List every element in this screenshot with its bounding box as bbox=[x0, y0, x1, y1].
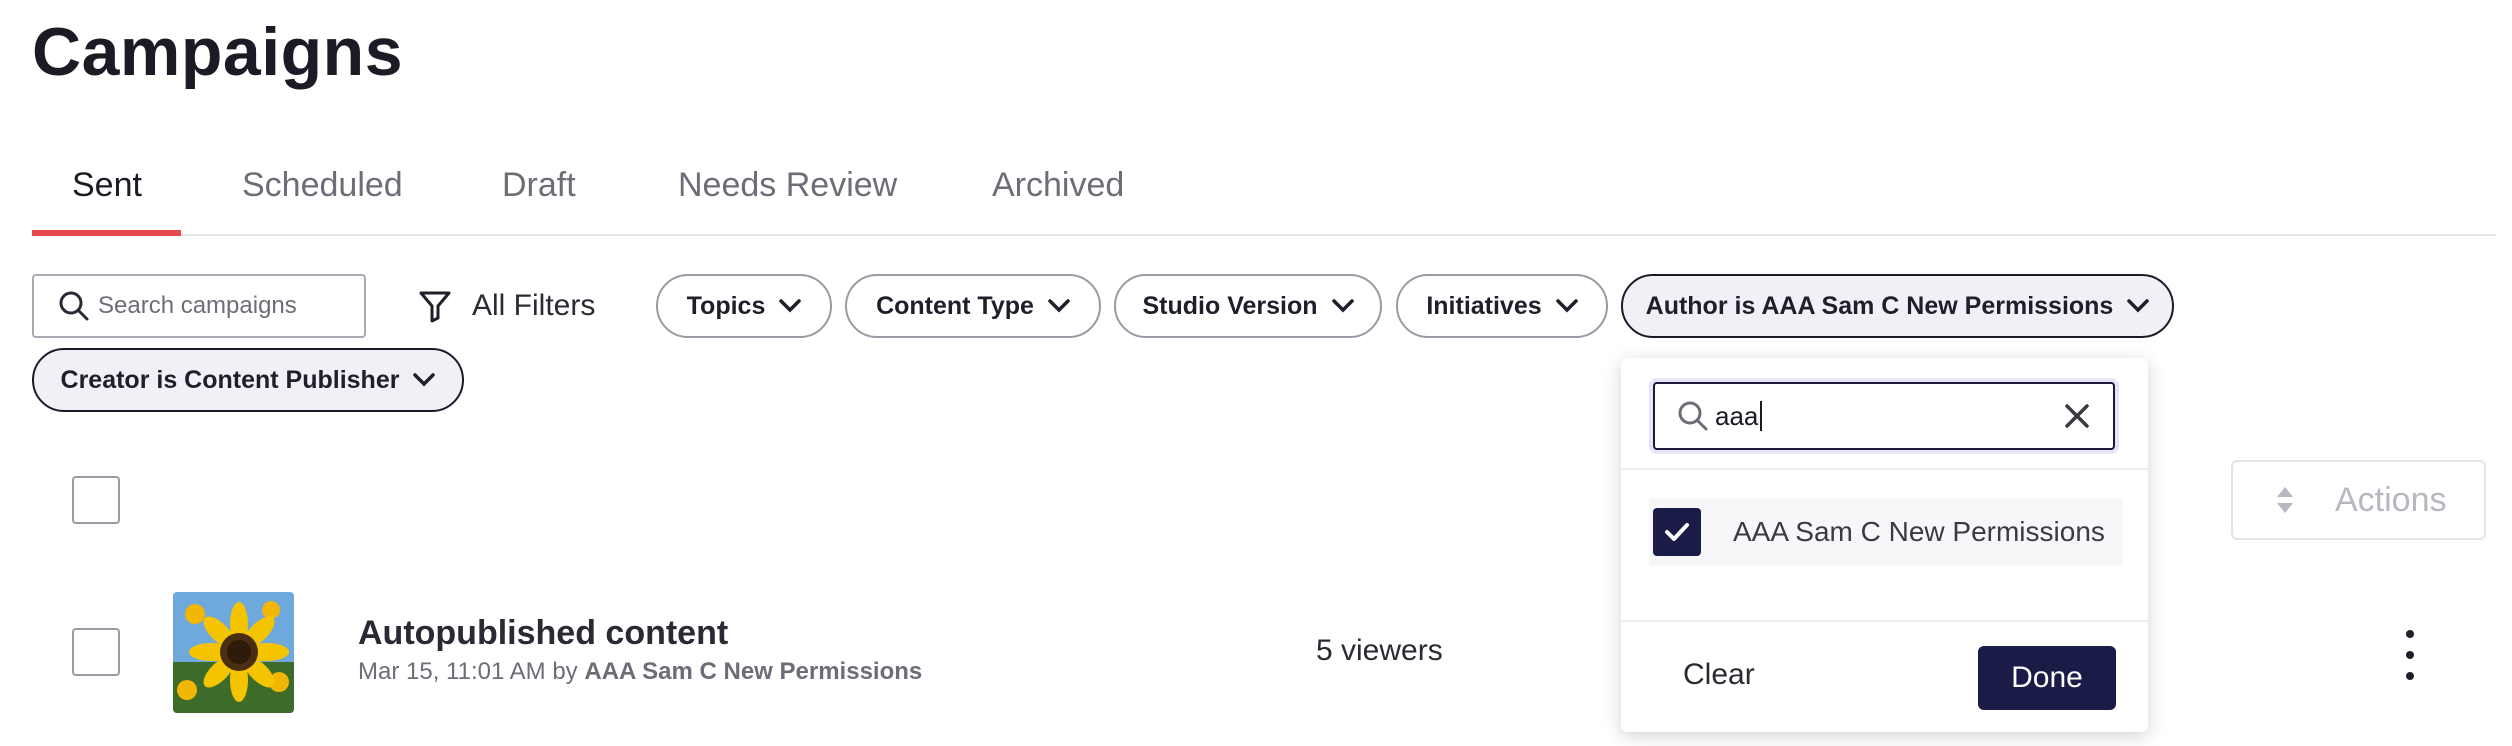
campaign-viewers: 5 viewers bbox=[1316, 634, 1443, 667]
tab-sent[interactable]: Sent bbox=[72, 150, 142, 236]
author-search-focus-ring: aaa bbox=[1649, 378, 2119, 454]
search-input[interactable]: Search campaigns bbox=[32, 274, 366, 338]
creator-filter-chip[interactable]: Creator is Content Publisher bbox=[32, 348, 464, 412]
chevron-down-icon bbox=[779, 299, 802, 313]
search-icon bbox=[1678, 401, 1708, 431]
campaign-author: AAA Sam C New Permissions bbox=[584, 658, 923, 685]
author-search-input[interactable]: aaa bbox=[1653, 382, 2115, 450]
check-icon bbox=[1665, 523, 1689, 541]
tab-archived[interactable]: Archived bbox=[992, 150, 1124, 236]
chip-label: Initiatives bbox=[1426, 291, 1542, 320]
kebab-menu-icon[interactable] bbox=[2396, 630, 2424, 680]
tab-scheduled[interactable]: Scheduled bbox=[242, 150, 403, 236]
sort-arrows-icon bbox=[2277, 487, 2293, 513]
page-title: Campaigns bbox=[32, 14, 404, 90]
chevron-down-icon bbox=[413, 373, 436, 387]
chevron-down-icon bbox=[1331, 299, 1354, 313]
tab-draft[interactable]: Draft bbox=[502, 150, 576, 236]
option-label: AAA Sam C New Permissions bbox=[1733, 516, 2105, 547]
campaign-thumbnail[interactable] bbox=[173, 592, 294, 713]
all-filters-label: All Filters bbox=[472, 289, 596, 322]
search-icon bbox=[59, 291, 89, 321]
campaign-tabs: Sent Scheduled Draft Needs Review Archiv… bbox=[32, 150, 2496, 236]
chip-label: Content Type bbox=[876, 291, 1034, 320]
search-placeholder: Search campaigns bbox=[98, 292, 297, 319]
campaign-by: by bbox=[552, 658, 578, 685]
divider bbox=[1621, 620, 2148, 622]
author-filter-dropdown: aaa AAA Sam C New Permissions Clear Done bbox=[1621, 358, 2148, 732]
chip-label: Author is AAA Sam C New Permissions bbox=[1645, 291, 2114, 320]
all-filters-button[interactable]: All Filters bbox=[418, 274, 595, 338]
filter-funnel-icon bbox=[419, 291, 451, 323]
chip-label: Studio Version bbox=[1142, 291, 1318, 320]
close-icon[interactable] bbox=[2063, 402, 2091, 430]
clear-button[interactable]: Clear bbox=[1683, 658, 1755, 692]
content-type-filter-chip[interactable]: Content Type bbox=[845, 274, 1101, 338]
row-checkbox[interactable] bbox=[72, 628, 120, 676]
actions-button[interactable]: Actions bbox=[2231, 460, 2486, 540]
author-filter-chip[interactable]: Author is AAA Sam C New Permissions bbox=[1621, 274, 2174, 338]
chip-label: Topics bbox=[686, 291, 766, 320]
divider bbox=[1621, 468, 2148, 470]
campaign-date: Mar 15, 11:01 AM bbox=[358, 658, 546, 685]
tab-needs-review[interactable]: Needs Review bbox=[678, 150, 897, 236]
topics-filter-chip[interactable]: Topics bbox=[656, 274, 832, 338]
author-option[interactable]: AAA Sam C New Permissions bbox=[1649, 498, 2123, 566]
campaign-title[interactable]: Autopublished content bbox=[358, 614, 728, 653]
option-checkbox[interactable] bbox=[1653, 508, 1701, 556]
chevron-down-icon bbox=[1555, 299, 1578, 313]
campaign-meta: Mar 15, 11:01 AM by AAA Sam C New Permis… bbox=[358, 658, 922, 686]
done-button[interactable]: Done bbox=[1978, 646, 2116, 710]
studio-version-filter-chip[interactable]: Studio Version bbox=[1114, 274, 1382, 338]
chip-label: Creator is Content Publisher bbox=[60, 365, 400, 394]
initiatives-filter-chip[interactable]: Initiatives bbox=[1396, 274, 1608, 338]
active-tab-indicator bbox=[32, 230, 181, 236]
chevron-down-icon bbox=[1048, 299, 1070, 313]
select-all-checkbox[interactable] bbox=[72, 476, 120, 524]
actions-label: Actions bbox=[2335, 480, 2447, 519]
author-search-value: aaa bbox=[1715, 400, 1759, 431]
chevron-down-icon bbox=[2127, 299, 2150, 313]
sunflower-image bbox=[173, 592, 294, 713]
text-caret bbox=[1760, 401, 1763, 431]
